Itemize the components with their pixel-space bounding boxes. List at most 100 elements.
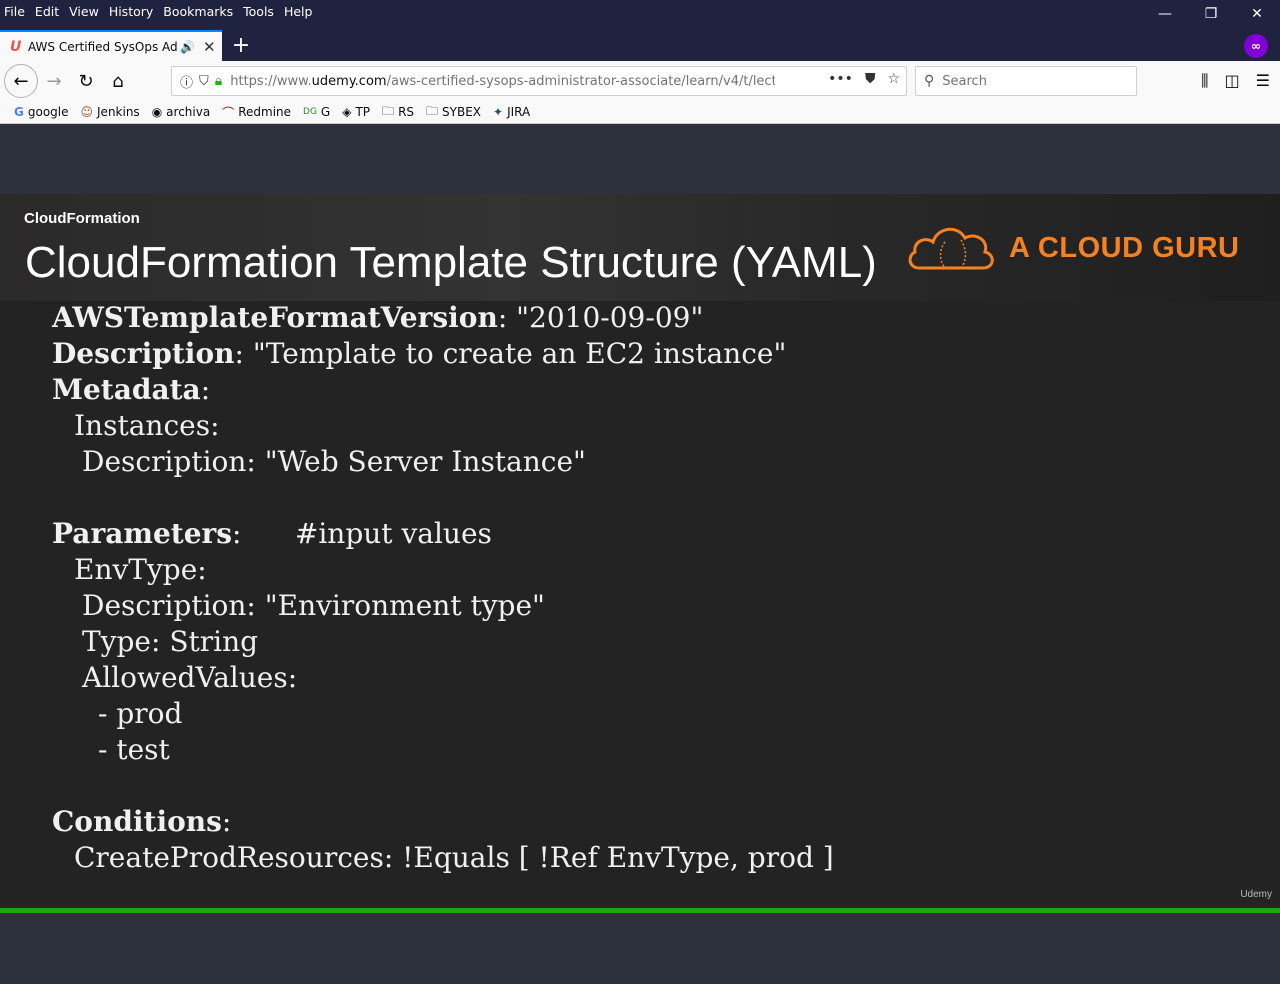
yaml-value: CreateProdResources: !Equals [ !Ref EnvT… <box>74 841 834 874</box>
bookmark-label: G <box>320 105 331 119</box>
video-player-area[interactable]: CloudFormation CloudFormation Template S… <box>0 124 1280 984</box>
toolbar-right: ⫼ ◫ ☰ <box>1201 71 1270 91</box>
bookmark-google[interactable]: Ggoogle <box>14 105 69 119</box>
window-controls: — ❐ ✕ <box>1142 0 1280 28</box>
browser-tab-active[interactable]: U AWS Certified SysOps Admi 🔊 ✕ <box>0 30 222 61</box>
bookmark-jira[interactable]: ✦ JIRA <box>493 105 530 119</box>
tracking-shield-icon[interactable]: ⛉ <box>199 74 209 89</box>
bookmark-g[interactable]: DG G <box>303 105 330 119</box>
bookmark-redmine[interactable]: ⌒ Redmine <box>222 104 291 121</box>
code-line: Description: "Template to create an EC2 … <box>52 336 834 372</box>
menu-edit[interactable]: Edit <box>35 4 59 19</box>
back-button[interactable]: ← <box>4 64 38 98</box>
hamburger-menu-icon[interactable]: ☰ <box>1256 71 1270 91</box>
yaml-value: - prod <box>98 697 183 730</box>
bookmark-label: RS <box>398 105 415 119</box>
code-line: Metadata: <box>52 372 834 408</box>
bookmark-jenkins[interactable]: ☺ Jenkins <box>81 105 140 119</box>
code-line: CreateProdResources: !Equals [ !Ref EnvT… <box>52 840 834 876</box>
restore-button[interactable]: ❐ <box>1188 0 1234 28</box>
yaml-key: Description <box>52 337 235 370</box>
home-button[interactable]: ⌂ <box>102 65 134 97</box>
bookmark-label: TP <box>355 105 371 119</box>
menu-bookmarks[interactable]: Bookmarks <box>163 4 233 19</box>
slide-title: CloudFormation Template Structure (YAML) <box>25 238 877 287</box>
search-bar[interactable]: ⚲ Search <box>915 66 1137 96</box>
code-line: EnvType: <box>52 552 834 588</box>
bookmark-label: SYBEX <box>442 105 482 119</box>
video-progress-bar[interactable] <box>0 908 1280 913</box>
browser-titlebar: File Edit View History Bookmarks Tools H… <box>0 0 1280 61</box>
yaml-value: Description: "Environment type" <box>82 589 545 622</box>
tp-icon: ◈ <box>342 105 352 119</box>
navigation-toolbar: ← → ↻ ⌂ ⓘ ⛉ 🔒︎ https://www.udemy.com/aws… <box>0 61 1280 101</box>
close-window-button[interactable]: ✕ <box>1234 0 1280 28</box>
private-browsing-icon[interactable]: ∞ <box>1244 34 1268 58</box>
menu-help[interactable]: Help <box>284 4 313 19</box>
yaml-value: Instances: <box>74 409 220 442</box>
bookmarks-toolbar: Ggoogle ☺ Jenkins ◉ archiva ⌒ Redmine DG G ◈… <box>0 101 1280 124</box>
arrow-right-icon: → <box>46 70 62 92</box>
url-text[interactable]: https://www.udemy.com/aws-certified-syso… <box>230 74 775 89</box>
lock-icon[interactable]: 🔒︎ <box>215 73 222 89</box>
udemy-favicon-icon: U <box>10 38 22 55</box>
menu-history[interactable]: History <box>109 4 153 19</box>
yaml-value: : #input values <box>232 517 492 550</box>
yaml-value: EnvType: <box>74 553 207 586</box>
yaml-key: Metadata <box>52 373 201 406</box>
yaml-value: AllowedValues: <box>82 661 298 694</box>
tab-title: AWS Certified SysOps Admi <box>28 39 178 54</box>
tab-close-button[interactable]: ✕ <box>203 38 216 56</box>
yaml-value: Type: String <box>82 625 259 658</box>
bookmark-archiva[interactable]: ◉ archiva <box>152 105 211 119</box>
code-line: AllowedValues: <box>52 660 834 696</box>
reload-button[interactable]: ↻ <box>70 65 102 97</box>
library-icon[interactable]: ⫼ <box>1201 71 1208 91</box>
brand-name: A CLOUD GURU <box>1009 231 1240 264</box>
pocket-icon[interactable]: ⛊ <box>865 71 876 87</box>
bookmark-tp[interactable]: ◈ TP <box>342 105 370 119</box>
bookmark-folder-rs[interactable]: 🗀 RS <box>382 102 414 123</box>
g-bookmark-icon: DG <box>303 107 317 117</box>
bookmark-star-icon[interactable]: ☆ <box>887 71 900 87</box>
menu-view[interactable]: View <box>69 4 99 19</box>
url-security-icons: ⓘ ⛉ 🔒︎ <box>180 72 222 91</box>
info-icon[interactable]: ⓘ <box>180 72 193 91</box>
bookmark-label: google <box>27 105 69 119</box>
new-tab-button[interactable]: + <box>228 32 254 58</box>
minimize-button[interactable]: — <box>1142 0 1188 28</box>
code-line: Parameters: #input values <box>52 516 834 552</box>
speaker-icon[interactable]: 🔊 <box>180 40 195 54</box>
code-line: Instances: <box>52 408 834 444</box>
code-line: Description: "Environment type" <box>52 588 834 624</box>
page-actions-button[interactable]: ••• <box>828 71 853 87</box>
yaml-value: - test <box>98 733 170 766</box>
yaml-key: Parameters <box>52 517 233 550</box>
yaml-value: : <box>221 805 232 838</box>
folder-icon: 🗀 <box>382 103 395 118</box>
yaml-key: Conditions <box>52 805 222 838</box>
globe-icon: ◉ <box>151 105 163 119</box>
menu-file[interactable]: File <box>4 4 25 19</box>
bookmark-label: Jenkins <box>97 105 140 119</box>
udemy-watermark: Udemy <box>1240 889 1272 900</box>
yaml-value: : "Template to create an EC2 instance" <box>234 337 787 370</box>
code-line: AWSTemplateFormatVersion: "2010-09-09" <box>52 300 834 336</box>
url-host: udemy.com <box>311 73 387 89</box>
bookmark-folder-sybex[interactable]: 🗀 SYBEX <box>426 102 481 123</box>
brand-logo: A CLOUD GURU <box>905 222 1239 274</box>
bookmark-label: archiva <box>166 105 211 119</box>
code-line: - prod <box>52 696 834 732</box>
code-line: Type: String <box>52 624 834 660</box>
url-prefix: https://www. <box>230 73 312 89</box>
yaml-value: Description: "Web Server Instance" <box>82 445 586 478</box>
menu-tools[interactable]: Tools <box>243 4 274 19</box>
yaml-value: : <box>200 373 211 406</box>
jira-icon: ✦ <box>493 105 504 119</box>
url-bar[interactable]: ⓘ ⛉ 🔒︎ https://www.udemy.com/aws-certifi… <box>171 66 907 96</box>
sidebar-icon[interactable]: ◫ <box>1225 71 1240 91</box>
url-path: /aws-certified-sysops-administrator-asso… <box>386 73 776 89</box>
forward-button[interactable]: → <box>38 65 70 97</box>
